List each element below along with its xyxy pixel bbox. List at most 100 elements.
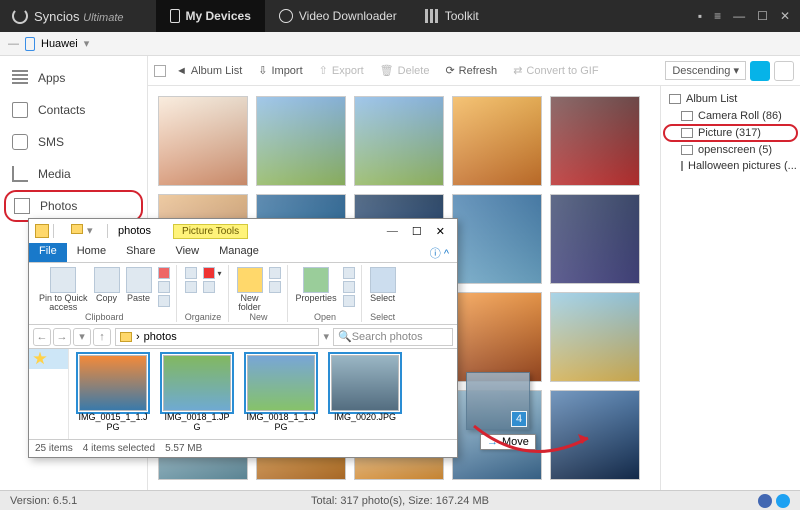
edit-button[interactable] xyxy=(343,281,355,293)
ribbon-collapse-icon[interactable]: ⓘ ^ xyxy=(422,243,457,262)
ribbon-file[interactable]: File xyxy=(29,243,67,262)
tab-my-devices[interactable]: My Devices xyxy=(156,0,265,32)
maximize-icon[interactable]: ☐ xyxy=(757,9,768,23)
paste-button[interactable]: Paste xyxy=(126,267,152,303)
ribbon-home[interactable]: Home xyxy=(67,243,116,262)
nav-back-icon[interactable]: ← xyxy=(33,328,51,346)
ribbon-share[interactable]: Share xyxy=(116,243,165,262)
album-list-button[interactable]: ◄Album List xyxy=(170,62,248,80)
refresh-path-icon[interactable]: ▾ xyxy=(323,330,329,343)
nav-forward-icon[interactable]: → xyxy=(53,328,71,346)
history-button[interactable] xyxy=(343,295,355,307)
file-item[interactable]: IMG_0015_1_1.JPG xyxy=(77,355,149,433)
collapse-icon[interactable]: — xyxy=(8,38,19,50)
close-icon[interactable]: ✕ xyxy=(780,9,790,23)
new-item-button[interactable] xyxy=(269,267,281,279)
photo-thumb[interactable] xyxy=(256,96,346,186)
explorer-file-list[interactable]: IMG_0015_1_1.JPG IMG_0018_1.JPG IMG_0018… xyxy=(69,349,457,439)
copy-to-icon xyxy=(185,281,197,293)
delete-x-icon xyxy=(203,267,215,279)
new-folder-button[interactable]: New folder xyxy=(237,267,263,312)
pin-quick-access-button[interactable]: Pin to Quick access xyxy=(39,267,88,312)
photo-thumb[interactable] xyxy=(550,194,640,284)
copy-button[interactable]: Copy xyxy=(94,267,120,303)
photo-thumb[interactable] xyxy=(452,292,542,382)
properties-button[interactable]: Properties xyxy=(296,267,337,303)
explorer-titlebar[interactable]: ▾ photos Picture Tools — ☐ ✕ xyxy=(29,219,457,243)
cut-button[interactable] xyxy=(158,267,170,279)
photo-thumb[interactable] xyxy=(550,96,640,186)
view-grid-button[interactable] xyxy=(774,61,794,81)
menu-icon[interactable]: ≡ xyxy=(714,9,721,23)
explorer-nav-pane[interactable] xyxy=(29,349,69,439)
convert-gif-button[interactable]: ⇄Convert to GIF xyxy=(507,61,604,80)
app-brand: Syncios Ultimate xyxy=(34,9,124,24)
ex-maximize-icon[interactable]: ☐ xyxy=(412,225,422,238)
rename-button[interactable] xyxy=(203,281,222,293)
ribbon-manage[interactable]: Manage xyxy=(209,243,269,262)
tab-video-downloader[interactable]: Video Downloader xyxy=(265,0,411,32)
ex-close-icon[interactable]: ✕ xyxy=(436,225,445,238)
photo-thumb[interactable] xyxy=(452,194,542,284)
photo-thumb[interactable] xyxy=(452,96,542,186)
window-controls: ▪ ≡ — ☐ ✕ xyxy=(698,9,800,23)
grid-icon xyxy=(425,9,439,23)
nav-item[interactable] xyxy=(29,389,68,409)
move-to-button[interactable] xyxy=(185,267,197,279)
chevron-down-icon[interactable]: ▾ xyxy=(84,37,90,50)
select-button[interactable]: Select xyxy=(370,267,396,303)
copy-path-button[interactable] xyxy=(158,281,170,293)
status-bar: Version: 6.5.1 Total: 317 photo(s), Size… xyxy=(0,490,800,510)
device-name[interactable]: Huawei xyxy=(41,38,78,50)
sidebar-item-contacts[interactable]: Contacts xyxy=(0,94,147,126)
explorer-title: photos xyxy=(118,225,151,237)
file-item[interactable]: IMG_0018_1_1.JPG xyxy=(245,355,317,433)
picture-tools-tab[interactable]: Picture Tools xyxy=(173,224,248,239)
easy-access-button[interactable] xyxy=(269,281,281,293)
sort-order-dropdown[interactable]: Descending ▾ xyxy=(665,61,746,80)
sidebar-item-sms[interactable]: SMS xyxy=(0,126,147,158)
divider xyxy=(107,224,108,238)
quick-access-toolbar: ▾ xyxy=(35,224,101,238)
file-item[interactable]: IMG_0018_1.JPG xyxy=(161,355,233,433)
select-all-checkbox[interactable] xyxy=(154,65,166,77)
ribbon-tabs: File Home Share View Manage ⓘ ^ xyxy=(29,243,457,263)
album-openscreen[interactable]: openscreen (5) xyxy=(663,142,798,158)
file-item[interactable]: IMG_0020.JPG xyxy=(329,355,401,433)
nav-item[interactable] xyxy=(29,369,68,389)
photo-thumb[interactable] xyxy=(550,390,640,480)
import-button[interactable]: ⇩Import xyxy=(252,61,308,80)
ribbon-view[interactable]: View xyxy=(165,243,209,262)
refresh-button[interactable]: ⟳Refresh xyxy=(439,61,503,80)
delete-button[interactable]: 🗑Delete xyxy=(374,61,436,80)
open-dd-button[interactable] xyxy=(343,267,355,279)
address-path[interactable]: › photos xyxy=(115,328,319,346)
explorer-search-input[interactable]: 🔍 Search photos xyxy=(333,328,453,346)
feedback-icon[interactable]: ▪ xyxy=(698,9,702,23)
view-date-button[interactable] xyxy=(750,61,770,81)
nav-recent-icon[interactable]: ▾ xyxy=(73,328,91,346)
open-icon xyxy=(343,267,355,279)
photo-thumb[interactable] xyxy=(550,292,640,382)
tab-toolkit[interactable]: Toolkit xyxy=(411,0,493,32)
sidebar-item-apps[interactable]: Apps xyxy=(0,62,147,94)
delete-dd-button[interactable]: ▾ xyxy=(203,267,222,279)
copy-to-button[interactable] xyxy=(185,281,197,293)
export-button[interactable]: ⇧Export xyxy=(313,61,370,80)
ex-minimize-icon[interactable]: — xyxy=(387,225,398,238)
album-picture[interactable]: Picture (317) xyxy=(663,124,798,142)
minimize-icon[interactable]: — xyxy=(733,9,745,23)
group-label: Open xyxy=(314,312,336,322)
photo-thumb[interactable] xyxy=(158,96,248,186)
paste-shortcut-button[interactable] xyxy=(158,295,170,307)
facebook-icon[interactable] xyxy=(758,494,772,508)
qat-dropdown-icon[interactable]: ▾ xyxy=(87,224,101,238)
photo-thumb[interactable] xyxy=(354,96,444,186)
arrow-right-icon: → xyxy=(487,436,498,448)
album-camera-roll[interactable]: Camera Roll (86) xyxy=(663,108,798,124)
nav-quick-access[interactable] xyxy=(29,349,68,369)
album-halloween[interactable]: Halloween pictures (... xyxy=(663,158,798,174)
sidebar-item-media[interactable]: Media xyxy=(0,158,147,190)
nav-up-icon[interactable]: ↑ xyxy=(93,328,111,346)
twitter-icon[interactable] xyxy=(776,494,790,508)
